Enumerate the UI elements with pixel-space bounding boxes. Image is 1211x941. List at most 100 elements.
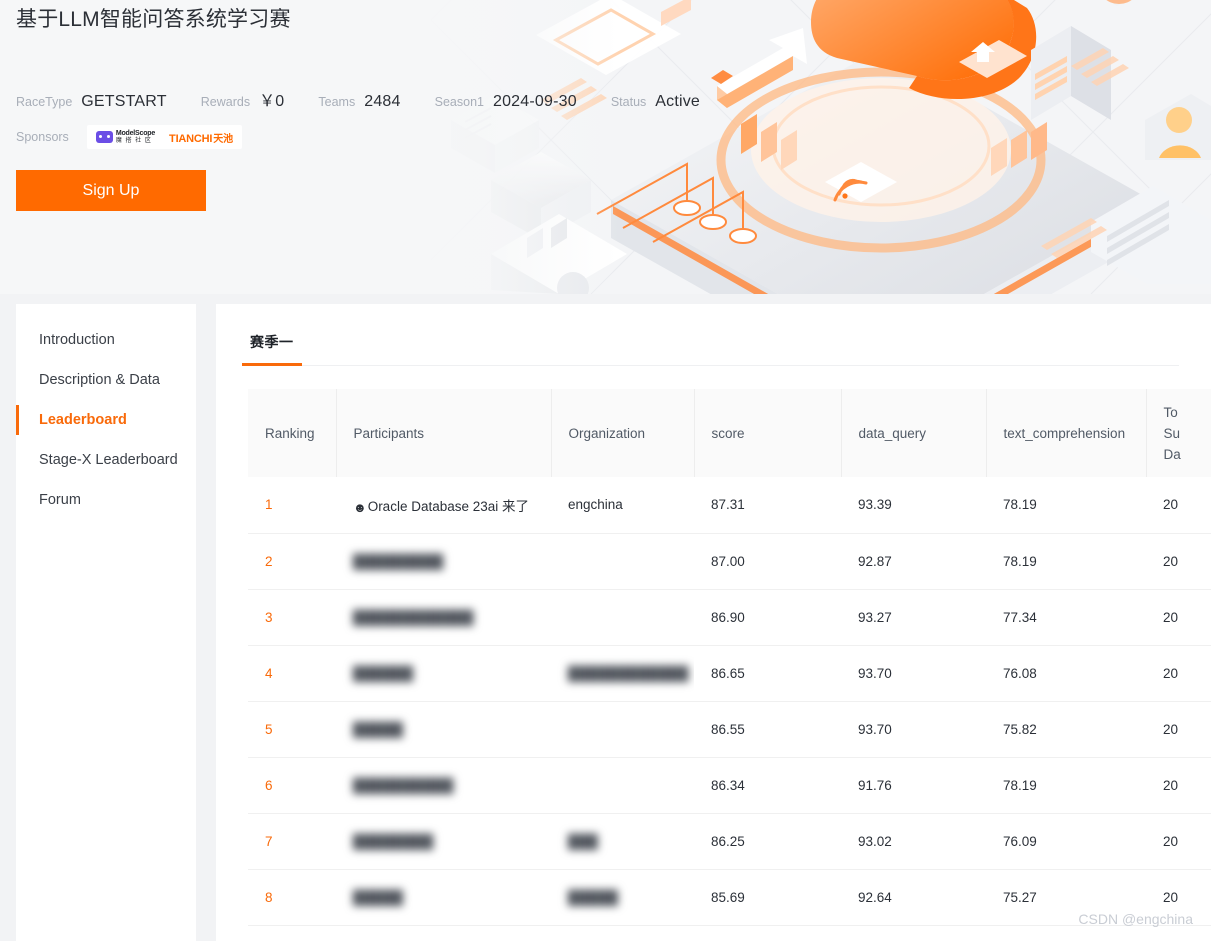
modelscope-logo-subtitle: 魔 搭 社 区 [115, 138, 152, 144]
meta-value-status: Active [655, 93, 701, 110]
cell-ranking: 4 [248, 645, 336, 702]
sidebar-item-label: Description & Data [39, 372, 160, 388]
tianchi-logo[interactable]: TIANCHI天池 [169, 130, 233, 145]
user-icon: ☻ [353, 499, 367, 515]
sidebar-item-label: Introduction [39, 332, 115, 348]
cell-text-comprehension: 78.19 [986, 533, 1146, 590]
cell-submission-date: 20 [1146, 813, 1211, 870]
meta-value-rewards: ￥0 [259, 93, 285, 110]
cell-organization: engchina [551, 477, 694, 534]
cell-participant: ██████████ [336, 757, 551, 814]
meta-label-season1: Season1 [434, 95, 484, 109]
meta-label-status: Status [610, 95, 647, 109]
table-row[interactable]: 3 ████████████ 86.90 93.27 77.34 20 [248, 589, 1211, 646]
cell-participant: █████ [336, 701, 551, 758]
cell-data-query: 93.02 [841, 813, 986, 870]
redacted-text: █████████ [353, 553, 444, 569]
race-meta-row: RaceType GETSTART Rewards ￥0 Teams 2484 … [16, 87, 1211, 110]
leaderboard-panel: 赛季一 Ranking Participants Organization sc… [216, 304, 1211, 941]
cell-organization: █████ [551, 869, 694, 926]
tianchi-logo-cn: 天池 [213, 133, 233, 145]
table-row[interactable]: 8 █████ █████ 85.69 92.64 75.27 20 [248, 869, 1211, 926]
table-row[interactable]: 6 ██████████ 86.34 91.76 78.19 20 [248, 757, 1211, 814]
page-title: 基于LLM智能问答系统学习赛 [16, 8, 291, 31]
season-tabs: 赛季一 [242, 322, 1179, 366]
cell-ranking: 3 [248, 589, 336, 646]
cell-text-comprehension: 76.08 [986, 645, 1146, 702]
cell-score: 86.34 [694, 757, 841, 814]
redacted-text: █████ [568, 889, 619, 905]
cell-data-query: 91.76 [841, 757, 986, 814]
column-header-ranking[interactable]: Ranking [248, 389, 337, 477]
sidebar-item-introduction[interactable]: Introduction [16, 320, 196, 360]
column-header-organization[interactable]: Organization [551, 389, 695, 477]
cell-ranking: 1 [248, 477, 336, 534]
modelscope-logo-title: ModelScope [115, 130, 156, 137]
cell-submission-date: 20 [1146, 645, 1211, 702]
redacted-text: ████████ [353, 833, 434, 849]
redacted-text: ██████ [353, 665, 414, 681]
cell-data-query: 92.87 [841, 533, 986, 590]
cell-organization [551, 533, 694, 590]
race-banner: 基于LLM智能问答系统学习赛 RaceType GETSTART Rewards… [0, 0, 1211, 294]
cell-participant: ████████████ [336, 589, 551, 646]
sign-up-button[interactable]: Sign Up [16, 170, 206, 211]
table-header-row: Ranking Participants Organization score … [248, 389, 1211, 477]
meta-value-teams: 2484 [364, 93, 401, 110]
sidebar-item-description-and-data[interactable]: Description & Data [16, 360, 196, 400]
cell-submission-date: 20 [1146, 757, 1211, 814]
sidebar-item-forum[interactable]: Forum [16, 480, 196, 520]
redacted-text: ██████████ [353, 777, 454, 793]
column-header-text-comprehension[interactable]: text_comprehension [986, 389, 1147, 477]
cell-score: 87.31 [694, 477, 841, 534]
sidebar-nav: Introduction Description & Data Leaderbo… [16, 304, 196, 941]
tab-season-1[interactable]: 赛季一 [242, 322, 301, 366]
cell-participant: █████ [336, 869, 551, 926]
cell-participant: ████████ [336, 813, 551, 870]
cell-score: 86.65 [694, 645, 841, 702]
sidebar-item-label: Stage-X Leaderboard [39, 452, 178, 468]
column-header-participants[interactable]: Participants [336, 389, 552, 477]
redacted-text: ████████████ [353, 609, 474, 625]
leaderboard-table: Ranking Participants Organization score … [248, 389, 1211, 926]
cell-submission-date: 20 [1146, 477, 1211, 534]
cell-text-comprehension: 78.19 [986, 757, 1146, 814]
modelscope-logo[interactable]: ModelScope 魔 搭 社 区 [95, 130, 156, 144]
column-header-score[interactable]: score [694, 389, 842, 477]
table-row[interactable]: 2 █████████ 87.00 92.87 78.19 20 [248, 533, 1211, 590]
cell-score: 85.69 [694, 869, 841, 926]
sponsor-logo-group: ModelScope 魔 搭 社 区 TIANCHI天池 [86, 125, 242, 149]
sidebar-item-leaderboard[interactable]: Leaderboard [16, 400, 196, 440]
table-head: Ranking Participants Organization score … [248, 389, 1211, 477]
cell-data-query: 93.39 [841, 477, 986, 534]
cell-score: 86.55 [694, 701, 841, 758]
redacted-text: █████ [353, 889, 404, 905]
sponsors-row: Sponsors ModelScope 魔 搭 社 区 TIANCHI天池 [16, 125, 1211, 149]
sidebar-item-stage-x-leaderboard[interactable]: Stage-X Leaderboard [16, 440, 196, 480]
cell-participant: ██████ [336, 645, 551, 702]
cell-text-comprehension: 75.82 [986, 701, 1146, 758]
cell-text-comprehension: 78.19 [986, 477, 1146, 534]
sponsors-label: Sponsors [16, 130, 69, 144]
cell-data-query: 93.70 [841, 645, 986, 702]
leaderboard-table-wrap: Ranking Participants Organization score … [216, 366, 1211, 926]
meta-label-rewards: Rewards [200, 95, 251, 109]
cell-ranking: 2 [248, 533, 336, 590]
column-header-data-query[interactable]: data_query [841, 389, 987, 477]
table-body: 1 ☻Oracle Database 23ai 来了 engchina 87.31 93… [248, 477, 1211, 926]
cell-data-query: 93.27 [841, 589, 986, 646]
cell-submission-date: 20 [1146, 533, 1211, 590]
modelscope-mark-icon [95, 131, 113, 143]
meta-value-racetype: GETSTART [81, 93, 167, 110]
cell-ranking: 8 [248, 869, 336, 926]
table-row[interactable]: 7 ████████ ███ 86.25 93.02 76.09 20 [248, 813, 1211, 870]
cell-data-query: 93.70 [841, 701, 986, 758]
cell-data-query: 92.64 [841, 869, 986, 926]
cell-ranking: 6 [248, 757, 336, 814]
table-row[interactable]: 5 █████ 86.55 93.70 75.82 20 [248, 701, 1211, 758]
table-row[interactable]: 4 ██████ ████████████ 86.65 93.70 76.08 20 [248, 645, 1211, 702]
column-header-submission-date[interactable]: To Su Da [1146, 389, 1211, 477]
cell-organization: ████████████ [551, 645, 694, 702]
table-row[interactable]: 1 ☻Oracle Database 23ai 来了 engchina 87.31 93… [248, 477, 1211, 534]
cell-text-comprehension: 77.34 [986, 589, 1146, 646]
